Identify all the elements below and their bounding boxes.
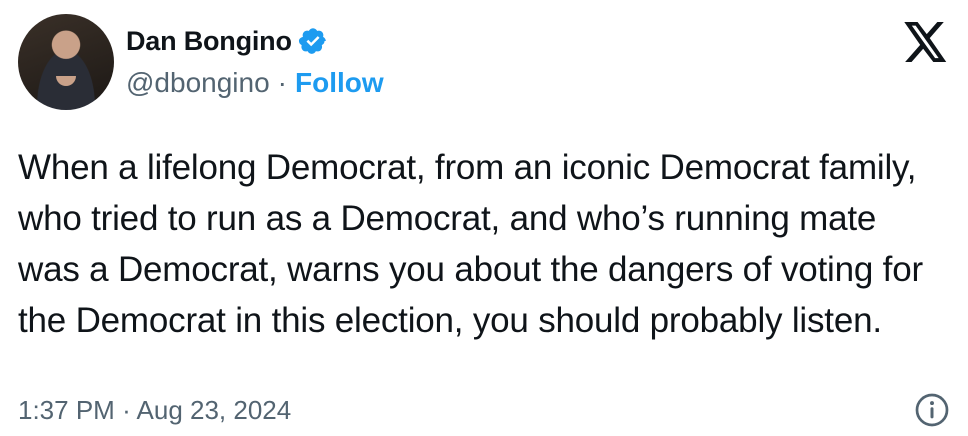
name-row: Dan Bongino <box>126 26 384 57</box>
timestamp-separator: · <box>122 394 131 425</box>
tweet-header: Dan Bongino @dbongino · Follow <box>18 14 950 110</box>
tweet-date: Aug 23, 2024 <box>136 394 292 425</box>
avatar[interactable] <box>18 14 114 110</box>
handle-row: @dbongino · Follow <box>126 67 384 99</box>
verified-badge-icon <box>298 28 326 54</box>
tweet-card: Dan Bongino @dbongino · Follow When a li… <box>0 0 968 436</box>
x-logo-icon[interactable] <box>904 22 948 62</box>
follow-button[interactable]: Follow <box>295 67 384 99</box>
tweet-time: 1:37 PM <box>18 394 115 425</box>
info-icon[interactable] <box>914 392 950 428</box>
timestamp[interactable]: 1:37 PM · Aug 23, 2024 <box>18 395 291 426</box>
tweet-text: When a lifelong Democrat, from an iconic… <box>18 148 923 340</box>
author-handle[interactable]: @dbongino <box>126 67 270 99</box>
author-info: Dan Bongino @dbongino · Follow <box>126 26 384 99</box>
handle-separator: · <box>277 66 287 98</box>
author-display-name[interactable]: Dan Bongino <box>126 26 292 57</box>
tweet-footer: 1:37 PM · Aug 23, 2024 <box>18 392 950 428</box>
